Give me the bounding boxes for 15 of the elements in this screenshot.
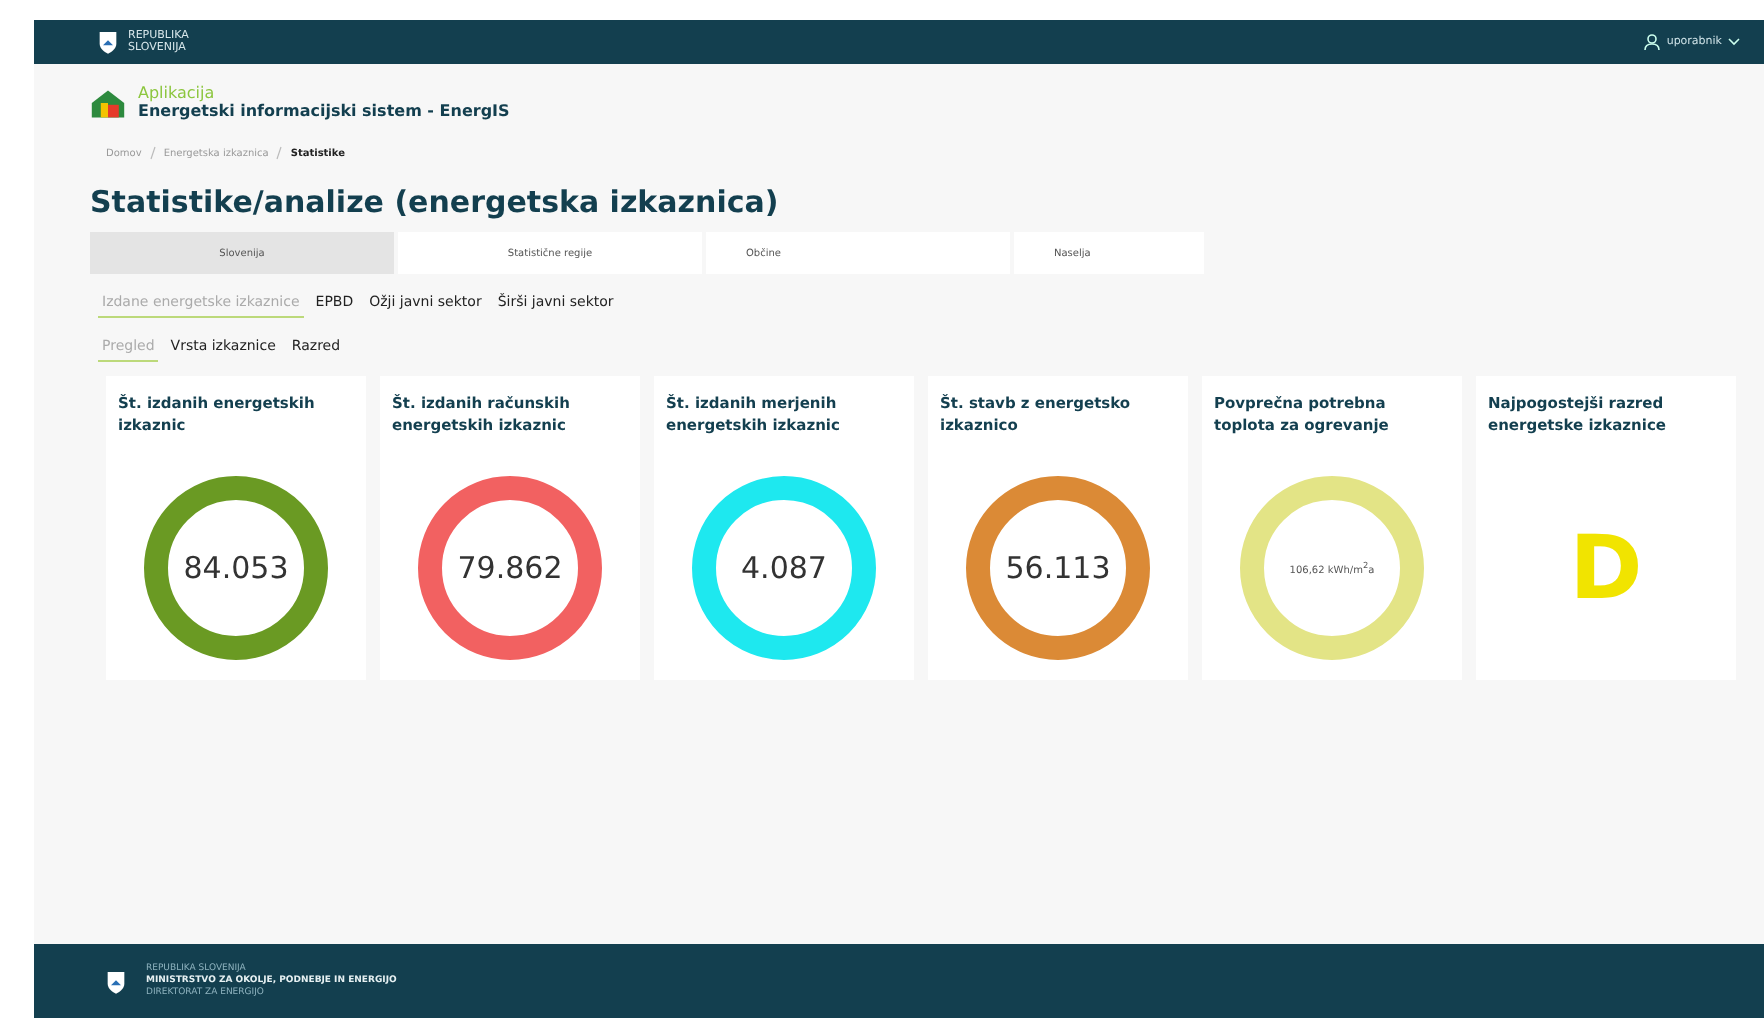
user-icon xyxy=(1644,34,1661,50)
coat-of-arms-icon xyxy=(106,969,126,993)
separator-icon xyxy=(149,146,156,160)
page-title: Statistike/analize (energetska izkaznica) xyxy=(90,184,781,220)
app-title: Energetski informacijski sistem - EnergIS xyxy=(138,102,510,122)
stat-value: 4.087 xyxy=(741,550,827,586)
separator-icon xyxy=(276,146,283,160)
stat-value: 84.053 xyxy=(183,550,289,586)
stat-value: 79.862 xyxy=(457,550,563,586)
coat-of-arms-icon xyxy=(98,30,118,54)
stat-value: 56.113 xyxy=(1005,550,1111,586)
app-label: Aplikacija xyxy=(138,84,217,102)
chevron-down-icon xyxy=(1728,38,1740,46)
energy-class: D xyxy=(1569,517,1643,619)
house-logo-icon xyxy=(90,88,126,118)
